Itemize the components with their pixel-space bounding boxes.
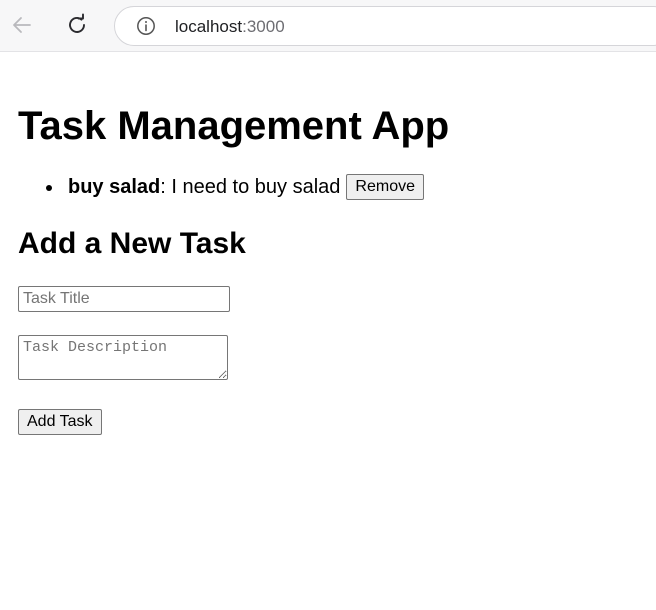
task-title-input[interactable] — [18, 286, 230, 312]
reload-icon — [69, 13, 85, 33]
task-separator: : — [160, 176, 172, 198]
address-bar[interactable]: localhost:3000 — [114, 6, 656, 46]
browser-toolbar: localhost:3000 — [0, 0, 656, 52]
list-item: buy salad: I need to buy salad Remove — [18, 174, 424, 200]
back-button[interactable] — [8, 11, 36, 39]
url-port: :3000 — [242, 17, 285, 36]
url-text: localhost:3000 — [175, 17, 285, 37]
page-title: Task Management App — [18, 104, 450, 148]
task-list: buy salad: I need to buy salad Remove — [18, 174, 424, 200]
form-heading: Add a New Task — [18, 227, 246, 260]
reload-button[interactable] — [63, 11, 91, 39]
add-task-button[interactable]: Add Task — [18, 409, 102, 435]
url-host: localhost — [175, 17, 243, 36]
task-title: buy salad — [68, 176, 161, 198]
remove-task-button[interactable]: Remove — [346, 174, 424, 200]
task-description: I need to buy salad — [171, 176, 341, 198]
info-icon[interactable] — [136, 16, 156, 36]
bullet-icon — [46, 185, 52, 191]
task-description-textarea[interactable] — [18, 335, 228, 380]
back-arrow-icon — [13, 17, 31, 33]
